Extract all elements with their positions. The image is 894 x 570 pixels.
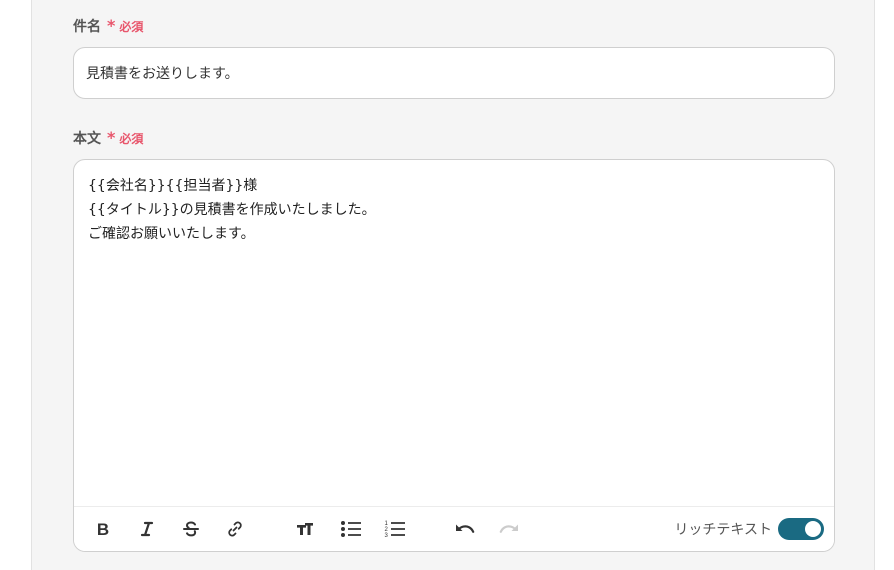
required-asterisk-icon: * (107, 16, 116, 35)
italic-button[interactable] (134, 516, 160, 542)
required-text: 必須 (119, 131, 144, 146)
svg-text:B: B (97, 521, 109, 537)
toggle-knob (805, 521, 821, 537)
rich-text-toggle[interactable] (778, 518, 824, 540)
body-label-row: 本文 * 必須 (73, 128, 143, 148)
undo-icon (456, 524, 475, 533)
svg-text:3: 3 (385, 533, 389, 539)
rich-text-label: リッチテキスト (674, 522, 772, 538)
numbered-list-button[interactable]: 1 2 3 (382, 516, 408, 542)
subject-input[interactable]: 見積書をお送りします。 (73, 47, 835, 99)
bulleted-list-icon (341, 521, 361, 537)
editor-toolbar: B 1 2 3 リッチテキスト (74, 506, 834, 551)
subject-label: 件名 (73, 19, 101, 35)
text-size-icon (297, 523, 313, 535)
italic-icon (140, 521, 154, 537)
strikethrough-icon (183, 521, 199, 537)
bold-button[interactable]: B (90, 516, 116, 542)
link-icon (228, 521, 242, 537)
link-button[interactable] (222, 516, 248, 542)
body-editor-content[interactable]: {{会社名}}{{担当者}}様 {{タイトル}}の見積書を作成いたしました。 ご… (88, 174, 820, 246)
body-label: 本文 (73, 131, 101, 147)
required-asterisk-icon: * (107, 128, 116, 147)
body-line: {{会社名}}{{担当者}}様 (88, 178, 258, 194)
redo-icon (499, 524, 518, 533)
redo-button[interactable] (496, 516, 522, 542)
bold-icon: B (97, 521, 109, 537)
undo-button[interactable] (452, 516, 478, 542)
text-size-button[interactable] (292, 516, 318, 542)
required-text: 必須 (119, 19, 144, 34)
bulleted-list-button[interactable] (338, 516, 364, 542)
numbered-list-icon: 1 2 3 (385, 521, 405, 539)
body-line: {{タイトル}}の見積書を作成いたしました。 (88, 202, 376, 218)
body-line: ご確認お願いいたします。 (88, 226, 255, 242)
subject-label-row: 件名 * 必須 (73, 16, 143, 36)
body-editor[interactable]: {{会社名}}{{担当者}}様 {{タイトル}}の見積書を作成いたしました。 ご… (73, 159, 835, 552)
subject-input-value: 見積書をお送りします。 (86, 66, 239, 82)
strikethrough-button[interactable] (178, 516, 204, 542)
